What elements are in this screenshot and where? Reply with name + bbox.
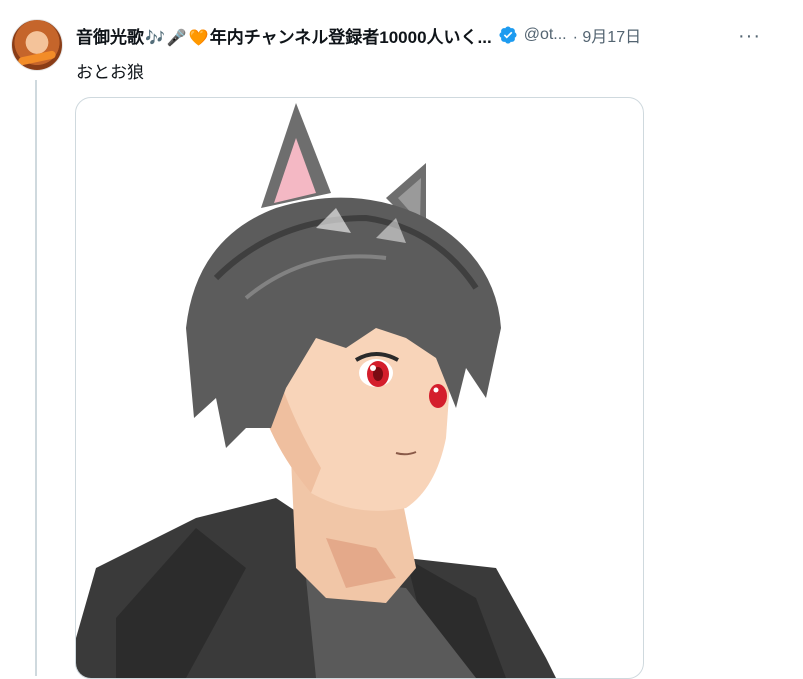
tweet-header: 音御光歌🎶 🎤 🧡年内チャンネル登録者10000人いく... @ot... · 9月… [76,21,786,49]
verified-badge-icon [499,26,517,44]
user-handle[interactable]: @ot... [524,26,567,44]
display-name[interactable]: 音御光歌🎶 🎤 🧡年内チャンネル登録者10000人いく... [76,23,492,48]
avatar-banner [17,50,57,66]
more-options-icon[interactable]: ··· [738,25,761,48]
tweet-date[interactable]: · 9月17日 [573,23,641,47]
tweet-media-image[interactable] [75,97,644,679]
display-name-rest: 年内チャンネル登録者10000人いく... [209,27,492,47]
avatar[interactable] [11,19,63,71]
tweet-text: おとお狼 [76,63,144,82]
display-name-main: 音御光歌 [76,27,144,47]
microphone-emoji: 🎤 [166,29,187,47]
wolf-boy-illustration [76,103,556,678]
thread-connector-line [35,80,37,676]
orange-heart-emoji: 🧡 [188,29,209,47]
music-note-emoji: 🎶 [145,29,165,47]
